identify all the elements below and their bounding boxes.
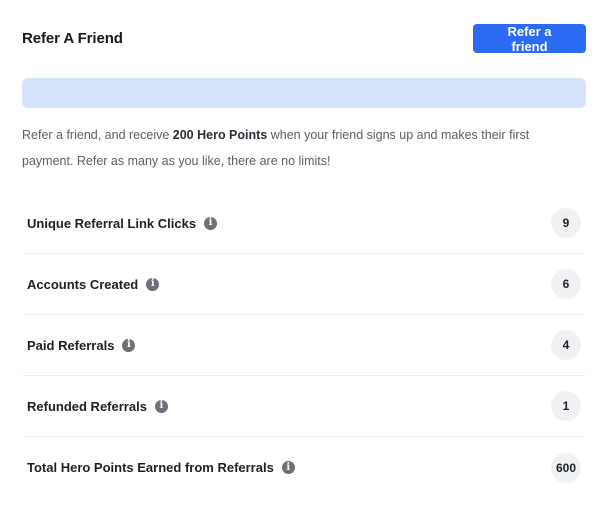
- stat-row-total-hero-points: Total Hero Points Earned from Referrals …: [22, 437, 586, 498]
- stat-row-paid-referrals: Paid Referrals i 4: [22, 315, 586, 376]
- referral-description: Refer a friend, and receive 200 Hero Poi…: [22, 122, 572, 174]
- info-icon[interactable]: i: [122, 338, 136, 352]
- stat-label: Paid Referrals: [27, 337, 115, 353]
- stat-label: Total Hero Points Earned from Referrals: [27, 460, 274, 475]
- info-icon[interactable]: i: [204, 216, 218, 230]
- card-header: Refer A Friend Refer a friend: [22, 24, 586, 54]
- stat-label-group: Accounts Created i: [27, 276, 160, 292]
- refer-a-friend-card: Refer A Friend Refer a friend Refer a fr…: [0, 0, 610, 505]
- page-title: Refer A Friend: [22, 30, 123, 47]
- stat-value-badge: 4: [551, 330, 581, 360]
- stat-label-group: Refunded Referrals i: [27, 399, 168, 414]
- refer-a-friend-button[interactable]: Refer a friend: [473, 24, 586, 54]
- stat-label: Accounts Created: [27, 276, 139, 292]
- stat-value-badge: 6: [551, 269, 581, 299]
- stat-value-badge: 9: [551, 208, 581, 238]
- stat-label: Unique Referral Link Clicks: [27, 215, 197, 231]
- description-highlight: 200 Hero Points: [172, 128, 268, 142]
- stat-label: Refunded Referrals: [27, 398, 147, 414]
- stat-label-group: Total Hero Points Earned from Referrals …: [27, 460, 295, 475]
- stat-value-badge: 600: [551, 452, 581, 483]
- stat-label-group: Paid Referrals i: [27, 337, 136, 353]
- description-prefix: Refer a friend, and receive: [22, 128, 173, 142]
- stat-value-badge: 1: [551, 391, 581, 421]
- stat-row-accounts-created: Accounts Created i 6: [22, 254, 586, 315]
- referral-link-field[interactable]: [22, 78, 586, 108]
- stat-label-group: Unique Referral Link Clicks i: [27, 215, 218, 231]
- referral-stats-list: Unique Referral Link Clicks i 9 Accounts…: [22, 193, 586, 498]
- info-icon[interactable]: i: [281, 461, 295, 474]
- info-icon[interactable]: i: [146, 277, 160, 291]
- stat-row-unique-clicks: Unique Referral Link Clicks i 9: [22, 193, 586, 254]
- stat-row-refunded-referrals: Refunded Referrals i 1: [22, 376, 586, 437]
- info-icon[interactable]: i: [154, 399, 168, 413]
